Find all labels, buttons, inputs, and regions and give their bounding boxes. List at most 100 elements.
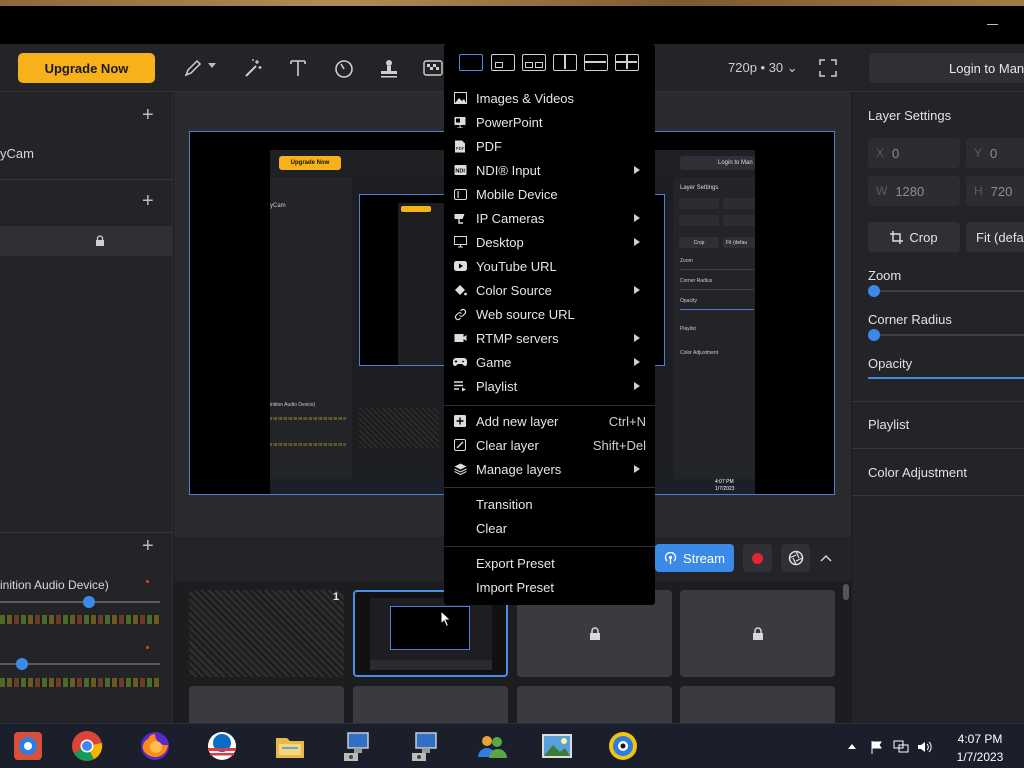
chevron-down-icon[interactable] bbox=[208, 63, 216, 68]
stamp-icon[interactable] bbox=[376, 55, 402, 81]
menu-item-export-preset[interactable]: Export Preset bbox=[444, 551, 655, 575]
corner-radius-label: Corner Radius bbox=[868, 312, 952, 327]
menu-item-import-preset[interactable]: Import Preset bbox=[444, 575, 655, 599]
menu-item-ndi-input[interactable]: NDI NDI® Input bbox=[444, 158, 655, 182]
menu-item-rtmp-servers[interactable]: RTMP servers bbox=[444, 326, 655, 350]
media-app-icon[interactable] bbox=[8, 728, 48, 764]
file-explorer-icon[interactable] bbox=[270, 728, 310, 764]
scene-thumbnail[interactable] bbox=[189, 590, 344, 677]
pen-icon[interactable] bbox=[180, 55, 206, 81]
fullscreen-icon[interactable] bbox=[818, 58, 838, 78]
users-icon[interactable] bbox=[472, 728, 512, 764]
menu-item-manage-layers[interactable]: Manage layers bbox=[444, 457, 655, 481]
menu-item-label: RTMP servers bbox=[476, 330, 559, 346]
volume-knob[interactable] bbox=[16, 658, 28, 670]
scene-thumbnail[interactable] bbox=[353, 686, 508, 723]
menu-item-color-source[interactable]: Color Source bbox=[444, 278, 655, 302]
add-audio-icon[interactable]: + bbox=[142, 535, 154, 558]
layer-row[interactable] bbox=[0, 226, 172, 256]
menu-item-mobile-device[interactable]: Mobile Device bbox=[444, 182, 655, 206]
scene-thumbnail-locked[interactable] bbox=[680, 590, 835, 677]
photo-viewer-icon[interactable] bbox=[537, 728, 577, 764]
resolution-selector[interactable]: 720p • 30 ⌄ bbox=[728, 60, 798, 76]
obama-logo-icon[interactable] bbox=[202, 728, 242, 764]
scene-thumbnail[interactable] bbox=[517, 686, 672, 723]
chrome-icon[interactable] bbox=[67, 728, 107, 764]
text-icon[interactable] bbox=[285, 55, 311, 81]
minimize-button[interactable] bbox=[987, 24, 998, 25]
x-label: X bbox=[876, 146, 885, 160]
add-camera-icon[interactable]: + bbox=[142, 104, 154, 127]
timer-icon[interactable] bbox=[331, 55, 357, 81]
menu-item-ip-cameras[interactable]: IP Cameras bbox=[444, 206, 655, 230]
menu-item-add-new-layer[interactable]: Add new layer Ctrl+N bbox=[444, 409, 655, 433]
crop-button[interactable]: Crop bbox=[868, 222, 960, 252]
menu-item-clear-layer[interactable]: Clear layer Shift+Del bbox=[444, 433, 655, 457]
webcam-app-icon[interactable] bbox=[603, 728, 643, 764]
snapshot-button[interactable] bbox=[781, 544, 810, 572]
layout-pip-corner-icon[interactable] bbox=[491, 54, 515, 71]
nested-thumbnail bbox=[359, 408, 439, 448]
layout-pip-bottom-icon[interactable] bbox=[522, 54, 546, 71]
firefox-icon[interactable] bbox=[135, 728, 175, 764]
checker-icon[interactable] bbox=[422, 55, 444, 81]
zoom-label: Zoom bbox=[868, 268, 902, 283]
network-computer-2-icon[interactable] bbox=[405, 728, 445, 764]
fit-mode-button[interactable]: Fit (defau bbox=[966, 222, 1024, 252]
upgrade-now-button[interactable]: Upgrade Now bbox=[18, 53, 155, 83]
color-adjustment-section[interactable]: Color Adjustment bbox=[868, 465, 967, 480]
show-hidden-icons-icon[interactable] bbox=[848, 744, 856, 749]
clock-time[interactable]: 4:07 PM bbox=[945, 732, 1015, 746]
zoom-slider[interactable] bbox=[868, 285, 1024, 297]
playlist-section[interactable]: Playlist bbox=[868, 417, 909, 432]
audio-volume-slider[interactable] bbox=[0, 601, 160, 603]
layout-grid-icon[interactable] bbox=[615, 54, 639, 71]
scene-thumbnail[interactable] bbox=[189, 686, 344, 723]
chevron-up-icon[interactable] bbox=[818, 550, 834, 566]
network-icon[interactable] bbox=[893, 740, 909, 757]
volume-icon[interactable] bbox=[917, 740, 933, 757]
menu-item-label: Playlist bbox=[476, 378, 518, 394]
nested-date: 1/7/2023 bbox=[715, 486, 735, 492]
thumbnails-scrollbar[interactable] bbox=[842, 582, 850, 723]
add-layer-icon[interactable]: + bbox=[142, 190, 154, 213]
audio-meter bbox=[0, 615, 160, 624]
menu-item-web-source-url[interactable]: Web source URL bbox=[444, 302, 655, 326]
zoom-knob[interactable] bbox=[868, 285, 880, 297]
layout-split-horizontal-icon[interactable] bbox=[584, 54, 608, 71]
record-button[interactable] bbox=[743, 544, 772, 572]
y-field[interactable]: Y0 bbox=[966, 138, 1024, 168]
magic-wand-icon[interactable] bbox=[240, 55, 266, 81]
menu-item-images-videos[interactable]: Images & Videos bbox=[444, 86, 655, 110]
layout-single-icon[interactable] bbox=[459, 54, 483, 71]
scrollbar-thumb[interactable] bbox=[843, 584, 849, 600]
menu-item-playlist[interactable]: Playlist bbox=[444, 374, 655, 398]
menu-item-transition[interactable]: Transition bbox=[444, 492, 655, 516]
nested-opacity: Opacity bbox=[680, 298, 697, 304]
network-computer-icon[interactable] bbox=[337, 728, 377, 764]
menu-item-game[interactable]: Game bbox=[444, 350, 655, 374]
menu-item-youtube-url[interactable]: YouTube URL bbox=[444, 254, 655, 278]
menu-item-label: PowerPoint bbox=[476, 114, 543, 130]
nested-upgrade-mini bbox=[401, 206, 431, 212]
corner-radius-slider[interactable] bbox=[868, 329, 1024, 341]
x-field[interactable]: X0 bbox=[868, 138, 960, 168]
volume-knob[interactable] bbox=[83, 596, 95, 608]
corner-radius-knob[interactable] bbox=[868, 329, 880, 341]
opacity-slider[interactable] bbox=[868, 377, 1024, 379]
width-field[interactable]: W 1280 bbox=[868, 176, 960, 206]
clock-date[interactable]: 1/7/2023 bbox=[945, 750, 1015, 764]
menu-item-powerpoint[interactable]: PowerPoint bbox=[444, 110, 655, 134]
menu-item-desktop[interactable]: Desktop bbox=[444, 230, 655, 254]
menu-item-pdf[interactable]: PDF PDF bbox=[444, 134, 655, 158]
height-field[interactable]: H 720 bbox=[966, 176, 1024, 206]
layout-split-vertical-icon[interactable] bbox=[553, 54, 577, 71]
playlist-icon bbox=[453, 379, 467, 393]
stream-button[interactable]: Stream bbox=[655, 544, 734, 572]
menu-item-clear[interactable]: Clear bbox=[444, 516, 655, 540]
flag-icon[interactable] bbox=[870, 740, 884, 757]
mobile-icon bbox=[453, 187, 467, 201]
scene-thumbnail[interactable] bbox=[680, 686, 835, 723]
image-icon bbox=[453, 91, 467, 105]
login-button[interactable]: Login to Man bbox=[869, 53, 1024, 83]
